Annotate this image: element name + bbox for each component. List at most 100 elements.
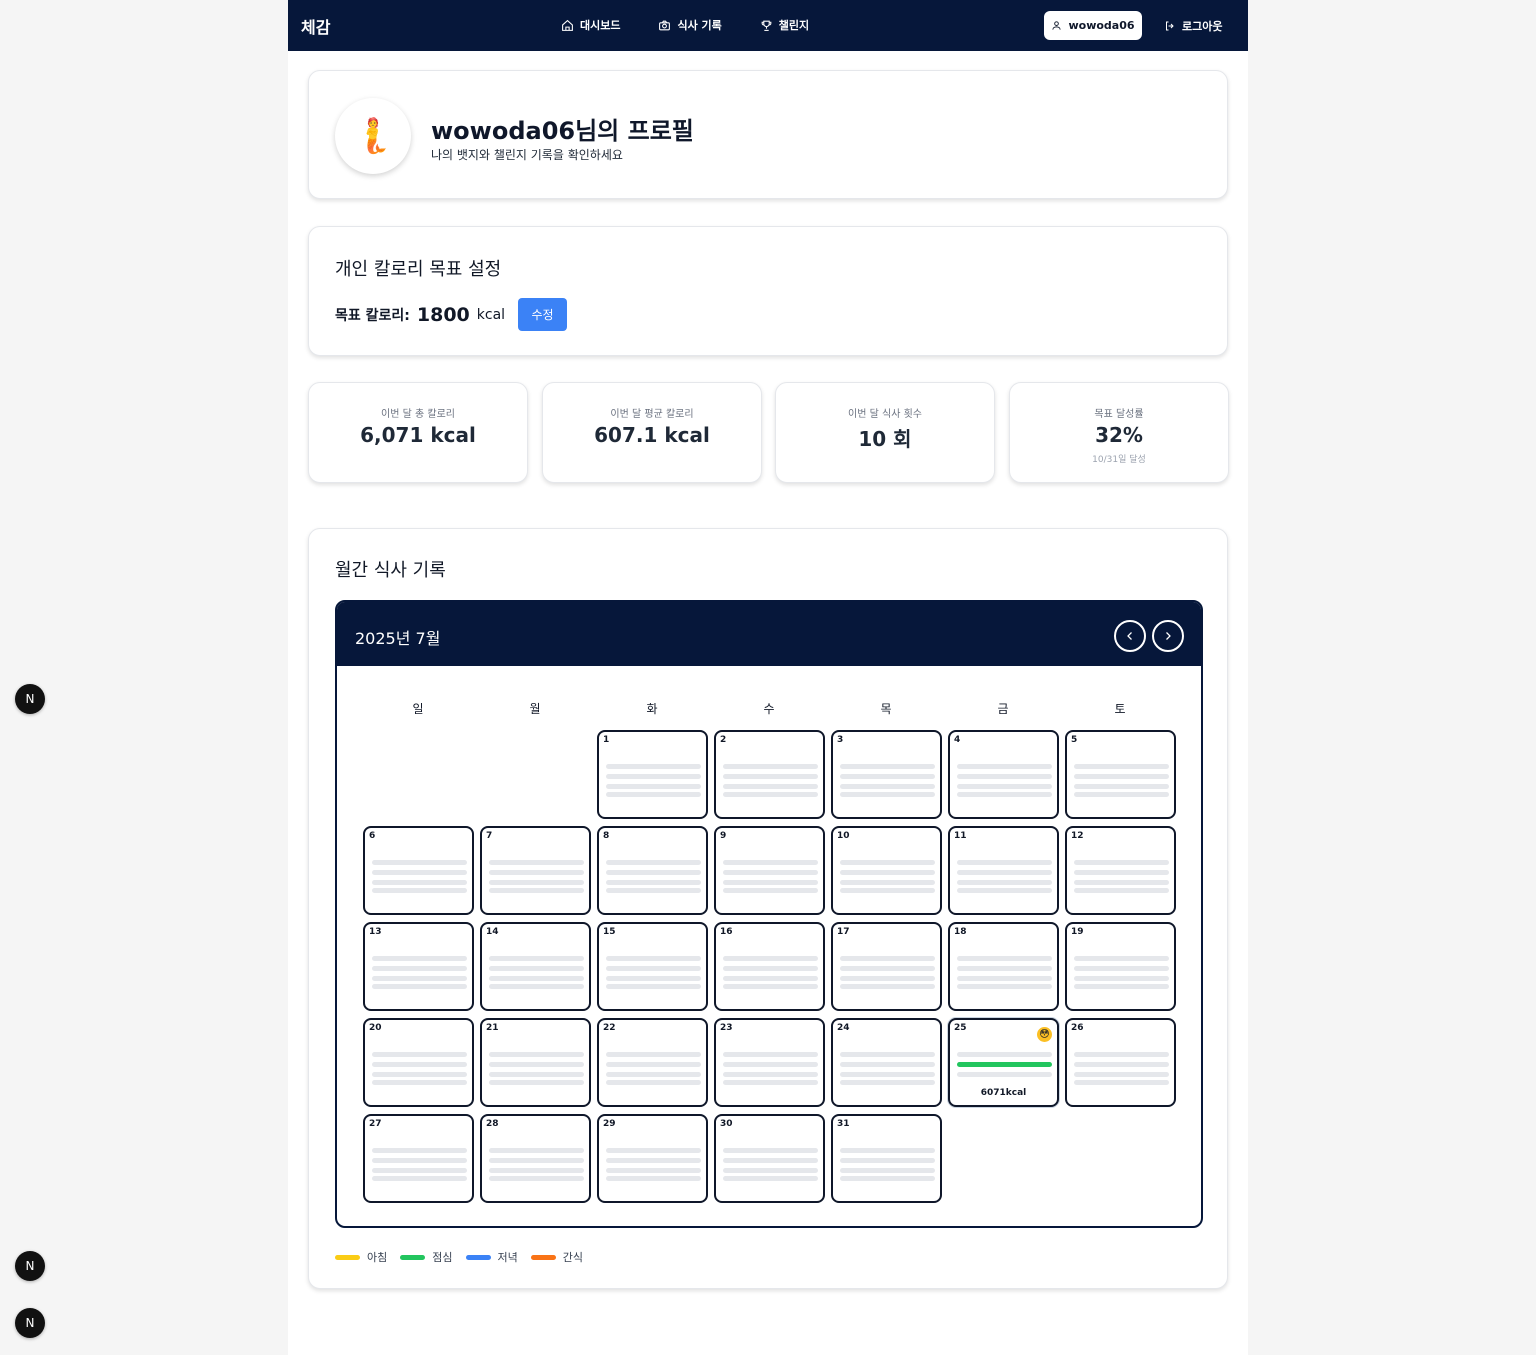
meal-bar xyxy=(606,976,701,981)
nav-dashboard-label: 대시보드 xyxy=(580,19,621,32)
meal-bar xyxy=(372,1062,467,1067)
meal-bar xyxy=(606,784,701,789)
calendar-day[interactable]: 31 xyxy=(831,1114,942,1203)
profile-subtitle: 나의 뱃지와 챌린지 기록을 확인하세요 xyxy=(431,148,623,162)
next-month-button[interactable] xyxy=(1152,620,1184,652)
calendar-day[interactable]: 9 xyxy=(714,826,825,915)
logout-button[interactable]: 로그아웃 xyxy=(1164,18,1222,34)
meal-bar xyxy=(372,1072,467,1077)
brand-logo[interactable]: 체감 xyxy=(301,14,330,38)
calendar-day[interactable]: 5 xyxy=(1065,730,1176,819)
calendar-day[interactable]: 7 xyxy=(480,826,591,915)
dev-indicator-badge[interactable]: N xyxy=(15,684,45,714)
meal-bar xyxy=(1074,792,1169,797)
calendar-day[interactable]: 28 xyxy=(480,1114,591,1203)
nav-meal-log[interactable]: 식사 기록 xyxy=(658,17,722,33)
calendar-day[interactable]: 1 xyxy=(597,730,708,819)
legend-label: 간식 xyxy=(562,1251,583,1264)
day-number: 13 xyxy=(369,927,382,937)
meal-bar xyxy=(840,1062,935,1067)
weekday-label: 화 xyxy=(646,702,658,716)
meal-bar xyxy=(372,1158,467,1163)
meal-bar xyxy=(840,1052,935,1057)
legend-item: 저녁 xyxy=(465,1249,518,1265)
profile-title: wowoda06님의 프로필 xyxy=(431,117,694,145)
legend-label: 점심 xyxy=(432,1251,453,1264)
calendar-day[interactable]: 10 xyxy=(831,826,942,915)
prev-month-button[interactable] xyxy=(1114,620,1146,652)
camera-icon xyxy=(659,20,671,30)
meal-bar xyxy=(840,888,935,893)
meal-bar xyxy=(723,1168,818,1173)
meal-bar xyxy=(489,1176,584,1181)
calendar-day[interactable]: 8 xyxy=(597,826,708,915)
calendar-day[interactable]: 24 xyxy=(831,1018,942,1107)
meal-bar xyxy=(1074,888,1169,893)
meal-bar xyxy=(489,956,584,961)
calendar-day[interactable]: 11 xyxy=(948,826,1059,915)
meal-bar xyxy=(723,764,818,769)
meal-bar xyxy=(723,860,818,865)
meal-bar xyxy=(840,880,935,885)
user-profile-button[interactable]: wowoda06 xyxy=(1044,11,1142,40)
day-number: 4 xyxy=(954,735,961,745)
goal-label: 목표 칼로리: xyxy=(335,307,410,324)
nav-dashboard[interactable]: 대시보드 xyxy=(561,17,620,33)
meal-bar xyxy=(1074,1052,1169,1057)
meal-bar xyxy=(606,956,701,961)
day-number: 26 xyxy=(1071,1023,1084,1033)
meal-bar xyxy=(840,774,935,779)
meal-bar xyxy=(840,792,935,797)
calendar-day[interactable]: 25 😳 6071kcal xyxy=(948,1018,1059,1107)
day-number: 25 xyxy=(954,1023,967,1033)
calendar-day[interactable]: 22 xyxy=(597,1018,708,1107)
weekday-label: 월 xyxy=(529,702,541,716)
calendar-day[interactable]: 6 xyxy=(363,826,474,915)
meal-bar xyxy=(606,860,701,865)
calendar-day[interactable]: 2 xyxy=(714,730,825,819)
meal-bar xyxy=(489,1158,584,1163)
calendar-day[interactable]: 21 xyxy=(480,1018,591,1107)
calendar-day[interactable]: 19 xyxy=(1065,922,1176,1011)
meal-bar xyxy=(1074,774,1169,779)
calendar-day[interactable]: 12 xyxy=(1065,826,1176,915)
meal-bar xyxy=(372,984,467,989)
calendar-day[interactable]: 23 xyxy=(714,1018,825,1107)
meal-bar xyxy=(840,860,935,865)
dev-indicator-badge[interactable]: N xyxy=(15,1308,45,1338)
calendar-day[interactable]: 14 xyxy=(480,922,591,1011)
calendar-day[interactable]: 18 xyxy=(948,922,1059,1011)
calendar-day[interactable]: 30 xyxy=(714,1114,825,1203)
calendar-header: 2025년 7월 xyxy=(337,602,1201,666)
meal-bar xyxy=(489,966,584,971)
meal-bar xyxy=(489,1168,584,1173)
day-number: 17 xyxy=(837,927,850,937)
legend-item: 간식 xyxy=(530,1249,583,1265)
meal-bar xyxy=(372,1176,467,1181)
nav-challenge[interactable]: 챌린지 xyxy=(760,17,809,33)
calendar-day[interactable]: 27 xyxy=(363,1114,474,1203)
calendar-day[interactable]: 17 xyxy=(831,922,942,1011)
meal-bar xyxy=(840,1168,935,1173)
meal-bar xyxy=(840,764,935,769)
dev-indicator-badge[interactable]: N xyxy=(15,1251,45,1281)
calendar-day[interactable]: 13 xyxy=(363,922,474,1011)
calendar-day[interactable]: 4 xyxy=(948,730,1059,819)
edit-goal-button[interactable]: 수정 xyxy=(518,298,568,331)
goal-unit: kcal xyxy=(476,306,506,323)
calendar-day[interactable]: 29 xyxy=(597,1114,708,1203)
meal-bar xyxy=(1074,1080,1169,1085)
meal-bar xyxy=(723,870,818,875)
meal-bar xyxy=(606,870,701,875)
meal-bar xyxy=(489,1052,584,1057)
calendar-day[interactable]: 16 xyxy=(714,922,825,1011)
day-number: 16 xyxy=(720,927,733,937)
calendar-day[interactable]: 20 xyxy=(363,1018,474,1107)
meal-bar xyxy=(372,1080,467,1085)
day-number: 7 xyxy=(486,831,493,841)
stat-label: 이번 달 식사 횟수 xyxy=(848,409,922,420)
calendar-day[interactable]: 26 xyxy=(1065,1018,1176,1107)
calendar-day[interactable]: 15 xyxy=(597,922,708,1011)
calendar-day[interactable]: 3 xyxy=(831,730,942,819)
meal-bar xyxy=(723,1176,818,1181)
